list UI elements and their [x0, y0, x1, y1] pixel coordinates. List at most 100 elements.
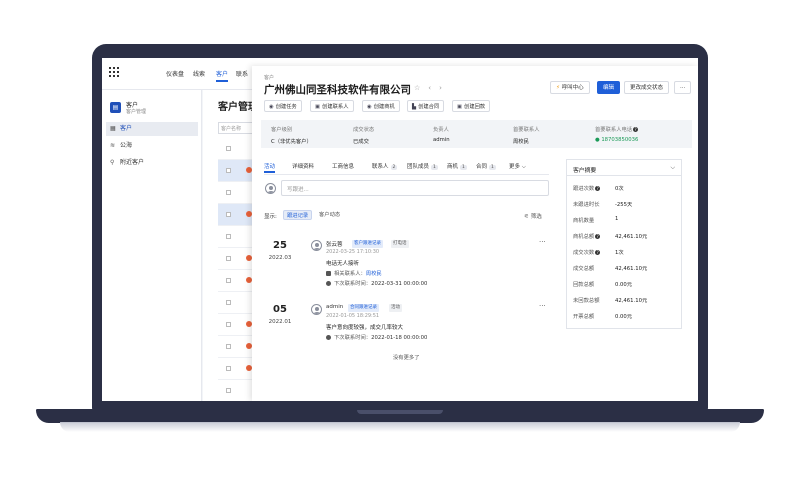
entry-author: 张云蓉	[326, 242, 343, 248]
change-status-button[interactable]: 更改成交状态	[624, 81, 670, 94]
contact-icon	[326, 271, 331, 276]
filter-label: 显示:	[264, 214, 277, 220]
nav-dashboard[interactable]: 仪表盘	[166, 69, 184, 78]
chevron-down-icon: ⌵	[670, 164, 675, 171]
tabs-divider	[264, 174, 549, 175]
sidebar-item-customers[interactable]: ▦ 客户	[106, 122, 198, 136]
breadcrumb: 客户	[264, 75, 275, 81]
tab-team-members[interactable]: 团队成员 1	[407, 162, 438, 170]
entry-next-contact: 下次联系时间：2022-01-18 00:00:00	[326, 333, 427, 341]
tab-more[interactable]: 更多 ⌵	[509, 162, 526, 171]
create-contract-button[interactable]: ▙ 创建合同	[407, 100, 445, 112]
chevron-left-icon[interactable]: ‹	[428, 84, 439, 92]
create-task-button[interactable]: ◉ 创建任务	[264, 100, 302, 112]
filter-chip-follow-up[interactable]: 跟进记录	[283, 210, 313, 220]
entry-next-contact: 下次联系时间：2022-03-31 00:00:00	[326, 279, 427, 287]
info-contact-phone: 首要联系人电话? ● 18703850036	[595, 127, 639, 143]
entry-related-contact: 相关联系人：周校民	[326, 269, 382, 277]
nav-leads[interactable]: 线索	[193, 69, 205, 78]
sidebar-header: ▤ 客户 客户管理	[108, 98, 198, 120]
sidebar-item-label: 附近客户	[120, 159, 145, 166]
help-icon: ?	[595, 250, 601, 255]
help-icon: ?	[595, 234, 601, 239]
create-payment-button[interactable]: ▣ 创建回款	[452, 100, 491, 112]
customer-module-icon: ▤	[110, 102, 121, 113]
help-icon: ?	[595, 186, 601, 191]
filter-icon: ⚟	[524, 214, 529, 220]
entry-content: 客户意向度较强，成交几率较大	[326, 325, 404, 331]
location-pin-icon: ⚲	[110, 159, 115, 166]
user-avatar	[311, 304, 322, 315]
info-level: 客户级别 C（非优先客户）	[271, 127, 312, 145]
app-grid-icon[interactable]	[109, 67, 119, 77]
entry-type-tag: 客户跟进记录	[352, 240, 383, 248]
sidebar-item-public-pool[interactable]: ≋ 公海	[106, 139, 198, 153]
payment-icon: ▣	[457, 104, 463, 110]
clock-icon	[326, 281, 331, 286]
sidebar: ▤ 客户 客户管理 ▦ 客户 ≋ 公海 ⚲ 附近客户	[102, 90, 202, 401]
info-deal-status: 成交状态 已成交	[353, 127, 375, 145]
sidebar-item-label: 客户	[120, 125, 133, 132]
info-primary-contact: 首要联系人 周校民	[513, 127, 540, 145]
opportunity-icon: ◉	[367, 104, 372, 110]
entry-type-tag: 合同跟进记录	[348, 304, 379, 312]
tab-activity[interactable]: 活动	[264, 162, 276, 173]
tab-contracts[interactable]: 合同 1	[476, 162, 496, 170]
help-icon: ?	[633, 127, 639, 132]
entry-content: 电话无人接听	[326, 261, 360, 267]
entry-day: 05	[273, 304, 287, 315]
header-icon-group: ☆‹›	[414, 84, 450, 92]
customer-info-bar: 客户级别 C（非优先客户） 成交状态 已成交 负责人 admin 首要联系人 周校民 首…	[261, 120, 692, 148]
phone-icon: ●	[595, 137, 600, 143]
laptop-screen: 仪表盘 线索 客户 联系 ▤ 客户 客户管理 ▦ 客户 ≋ 公海 ⚲ 附近客户	[102, 58, 698, 401]
stage: 仪表盘 线索 客户 联系 ▤ 客户 客户管理 ▦ 客户 ≋ 公海 ⚲ 附近客户	[0, 0, 800, 501]
contract-icon: ▙	[412, 104, 417, 110]
current-user-avatar	[265, 183, 276, 194]
contact-icon: ▣	[315, 104, 321, 110]
lightning-icon: ⚡	[556, 85, 560, 91]
create-opportunity-button[interactable]: ◉ 创建商机	[362, 100, 400, 112]
summary-header[interactable]: 客户摘要 ⌵	[567, 160, 681, 176]
more-button[interactable]: ···	[674, 81, 692, 94]
create-contact-button[interactable]: ▣ 创建联系人	[310, 100, 354, 112]
laptop-shadow	[60, 422, 740, 432]
star-icon[interactable]: ☆	[414, 84, 428, 92]
filter-button[interactable]: ⚟ 筛选	[524, 212, 542, 220]
filter-chip-customer-activity[interactable]: 客户动态	[316, 210, 343, 220]
tab-opportunities[interactable]: 商机 1	[447, 162, 467, 170]
list-icon: ▦	[110, 125, 116, 132]
entry-more-icon[interactable]: ···	[539, 302, 546, 310]
entry-author: admin	[326, 304, 344, 310]
entry-day: 25	[273, 240, 287, 251]
no-more-text: 没有更多了	[393, 355, 420, 361]
edit-button[interactable]: 编辑	[597, 81, 621, 94]
sidebar-item-label: 公海	[120, 142, 133, 149]
call-center-button[interactable]: ⚡ 呼叫中心	[550, 81, 590, 94]
entry-method-tag: 活动	[389, 304, 402, 312]
contact-link[interactable]: 周校民	[366, 271, 382, 277]
entry-year-month: 2022.01	[268, 319, 292, 325]
customer-detail-panel: 客户 广州佛山同圣科技软件有限公司 ☆‹› ⚡ 呼叫中心 编辑 更改成交状态 ·…	[252, 66, 698, 401]
info-owner: 负责人 admin	[433, 127, 450, 143]
chevron-right-icon[interactable]: ›	[439, 84, 450, 92]
customer-summary-card: 客户摘要 ⌵ 跟进次数? 0次 未跟进时长 -255天 商机数量 1 商机总额? 42,4…	[566, 159, 682, 329]
sidebar-subtitle: 客户管理	[126, 109, 147, 115]
company-name: 广州佛山同圣科技软件有限公司	[264, 84, 411, 96]
entry-year-month: 2022.03	[268, 255, 292, 261]
task-icon: ◉	[269, 104, 274, 110]
nav-contacts[interactable]: 联系	[236, 69, 248, 78]
tab-details[interactable]: 详细资料	[292, 162, 314, 170]
tab-business-info[interactable]: 工商信息	[332, 162, 354, 170]
entry-time: 2022-01-05 18:29:51	[326, 313, 380, 319]
clock-icon	[326, 335, 331, 340]
entry-more-icon[interactable]: ···	[539, 238, 546, 246]
entry-method-tag: 打电话	[391, 240, 409, 248]
nav-customers[interactable]: 客户	[216, 69, 229, 82]
tab-contacts[interactable]: 联系人 2	[372, 162, 398, 170]
sidebar-item-nearby[interactable]: ⚲ 附近客户	[106, 156, 198, 170]
laptop-notch	[357, 410, 443, 414]
entry-time: 2022-03-25 17:10:30	[326, 249, 380, 255]
follow-up-input[interactable]: 写跟进...	[281, 180, 549, 196]
sea-icon: ≋	[110, 142, 116, 149]
user-avatar	[311, 240, 322, 251]
